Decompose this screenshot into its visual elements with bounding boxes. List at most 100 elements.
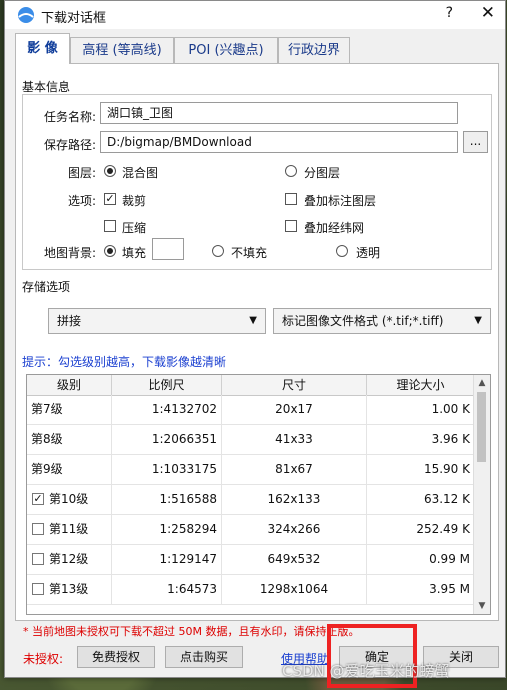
- bg-nofill-label: 不填充: [231, 246, 268, 260]
- cell-size: 162x133: [222, 485, 367, 514]
- scroll-up-icon[interactable]: ▲: [474, 375, 490, 391]
- close-icon[interactable]: ✕: [481, 3, 495, 23]
- tab-elevation[interactable]: 高程 (等高线): [70, 37, 174, 63]
- title-bar: 下载对话框 ? ✕: [5, 1, 505, 29]
- chevron-down-icon: ▼: [249, 315, 257, 326]
- stitch-mode-value: 拼接: [57, 314, 82, 328]
- save-path-label: 保存路径:: [43, 138, 96, 152]
- tab-poi[interactable]: POI (兴趣点): [174, 37, 278, 63]
- tab-boundary[interactable]: 行政边界: [278, 37, 350, 63]
- table-row[interactable]: 第13级 1:64573 1298x1064 3.95 M: [27, 575, 475, 605]
- overlay-grid-label: 叠加经纬网: [304, 221, 365, 235]
- hint-text: 提示：勾选级别越高，下载影像越清晰: [22, 355, 227, 369]
- table-row[interactable]: 第9级 1:1033175 81x67 15.90 K: [27, 455, 475, 485]
- cell-scale: 1:129147: [112, 545, 222, 574]
- crop-label: 裁剪: [122, 194, 147, 208]
- tab-imagery[interactable]: 影 像: [15, 33, 70, 64]
- bg-fill-label: 填充: [122, 246, 147, 260]
- col-level[interactable]: 级别: [27, 375, 112, 395]
- save-path-input[interactable]: D:/bigmap/BMDownload: [100, 131, 458, 153]
- table-row[interactable]: 第8级 1:2066351 41x33 3.96 K: [27, 425, 475, 455]
- task-name-label: 任务名称:: [43, 110, 96, 124]
- file-format-value: 标记图像文件格式 (*.tif;*.tiff): [282, 314, 444, 328]
- level-table: 级别 比例尺 尺寸 理论大小 第7级 1:4132702 20x17 1.00 K 第8…: [26, 374, 491, 615]
- overlay-grid-checkbox[interactable]: [285, 220, 297, 232]
- browse-button[interactable]: ...: [463, 131, 488, 153]
- table-row[interactable]: 第7级 1:4132702 20x17 1.00 K: [27, 395, 475, 425]
- cell-scale: 1:2066351: [112, 425, 222, 454]
- dialog-title: 下载对话框: [41, 11, 107, 26]
- file-format-select[interactable]: 标记图像文件格式 (*.tif;*.tiff) ▼: [273, 308, 491, 334]
- layer-label: 图层:: [67, 166, 96, 180]
- level-label: 第13级: [49, 582, 89, 596]
- cell-size: 81x67: [222, 455, 367, 484]
- cell-est-size: 63.12 K: [367, 485, 475, 514]
- level-checkbox[interactable]: [32, 523, 44, 535]
- cell-est-size: 3.96 K: [367, 425, 475, 454]
- bg-fill-radio[interactable]: [104, 245, 116, 257]
- crop-checkbox[interactable]: ✓: [104, 193, 116, 205]
- csdn-watermark: CSDN @爱吃玉米的螃蟹: [282, 662, 450, 680]
- chevron-down-icon: ▼: [474, 315, 482, 326]
- buy-button[interactable]: 点击购买: [165, 646, 243, 668]
- app-logo-icon: [18, 7, 34, 23]
- cell-level: 第9级: [27, 455, 112, 484]
- layer-mixed-label: 混合图: [122, 166, 159, 180]
- bg-label: 地图背景:: [43, 246, 96, 260]
- layer-split-label: 分图层: [304, 166, 341, 180]
- cell-size: 20x17: [222, 395, 367, 424]
- cell-scale: 1:516588: [112, 485, 222, 514]
- table-row[interactable]: ✓ 第10级 1:516588 162x133 63.12 K: [27, 485, 475, 515]
- cell-est-size: 252.49 K: [367, 515, 475, 544]
- free-auth-button[interactable]: 免费授权: [77, 646, 155, 668]
- cell-scale: 1:258294: [112, 515, 222, 544]
- bg-transparent-label: 透明: [356, 246, 381, 260]
- col-size[interactable]: 尺寸: [222, 375, 367, 395]
- cell-size: 41x33: [222, 425, 367, 454]
- cell-size: 324x266: [222, 515, 367, 544]
- license-warning: * 当前地图未授权可下载不超过 50M 数据，且有水印，请保持正版。: [23, 625, 360, 638]
- fill-color-swatch[interactable]: [152, 238, 184, 260]
- bg-transparent-radio[interactable]: [336, 245, 348, 257]
- overlay-labels-label: 叠加标注图层: [304, 194, 377, 208]
- cell-est-size: 1.00 K: [367, 395, 475, 424]
- stitch-mode-select[interactable]: 拼接 ▼: [48, 308, 266, 334]
- cell-level: 第13级: [27, 575, 112, 604]
- table-row[interactable]: 第11级 1:258294 324x266 252.49 K: [27, 515, 475, 545]
- table-scrollbar[interactable]: ▲ ▼: [473, 375, 490, 614]
- layer-split-radio[interactable]: [285, 165, 297, 177]
- col-scale[interactable]: 比例尺: [112, 375, 222, 395]
- cell-est-size: 0.99 M: [367, 545, 475, 574]
- cell-level: 第11级: [27, 515, 112, 544]
- compress-checkbox[interactable]: [104, 220, 116, 232]
- cell-est-size: 3.95 M: [367, 575, 475, 604]
- task-name-input[interactable]: 湖口镇_卫图: [100, 102, 458, 124]
- level-checkbox[interactable]: [32, 583, 44, 595]
- level-checkbox[interactable]: ✓: [32, 493, 44, 505]
- layer-mixed-radio[interactable]: [104, 165, 116, 177]
- cell-scale: 1:4132702: [112, 395, 222, 424]
- cell-scale: 1:64573: [112, 575, 222, 604]
- cell-size: 1298x1064: [222, 575, 367, 604]
- storage-title: 存储选项: [22, 280, 71, 294]
- basic-info-title: 基本信息: [22, 80, 71, 94]
- cell-level: ✓ 第10级: [27, 485, 112, 514]
- bg-nofill-radio[interactable]: [212, 245, 224, 257]
- compress-label: 压缩: [122, 221, 147, 235]
- level-label: 第11级: [49, 522, 89, 536]
- scroll-thumb[interactable]: [477, 392, 486, 462]
- table-header: 级别 比例尺 尺寸 理论大小: [27, 375, 475, 396]
- unauthorized-label: 未授权:: [23, 652, 64, 666]
- table-row[interactable]: 第12级 1:129147 649x532 0.99 M: [27, 545, 475, 575]
- overlay-labels-checkbox[interactable]: [285, 193, 297, 205]
- cell-level: 第8级: [27, 425, 112, 454]
- cell-scale: 1:1033175: [112, 455, 222, 484]
- cell-level: 第7级: [27, 395, 112, 424]
- help-button[interactable]: ?: [446, 5, 453, 21]
- level-checkbox[interactable]: [32, 553, 44, 565]
- scroll-down-icon[interactable]: ▼: [474, 598, 490, 614]
- col-est-size[interactable]: 理论大小: [367, 375, 475, 395]
- cell-est-size: 15.90 K: [367, 455, 475, 484]
- level-label: 第12级: [49, 552, 89, 566]
- tab-panel: 基本信息 任务名称: 湖口镇_卫图 保存路径: D:/bigmap/BMDown…: [15, 63, 499, 621]
